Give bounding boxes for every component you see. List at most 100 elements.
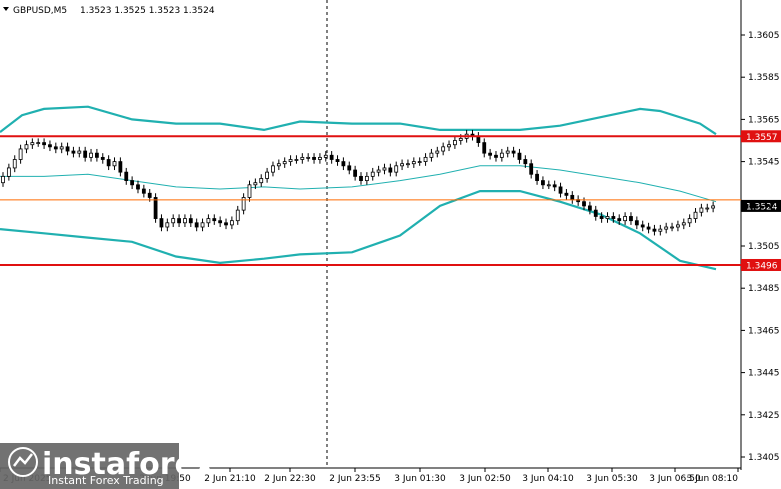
candle-body <box>18 148 23 160</box>
candle-body <box>188 218 193 224</box>
candle-body <box>124 171 129 181</box>
candle-body <box>224 222 228 226</box>
candle-body <box>658 228 663 232</box>
candle-body <box>329 154 334 160</box>
candle-body <box>48 144 52 148</box>
candle-body <box>153 197 158 219</box>
y-tick-label: 1.3545 <box>748 158 780 168</box>
candle-body <box>582 201 586 207</box>
candle-body <box>59 146 64 150</box>
level-label: 1.3557 <box>746 133 778 143</box>
candle-body <box>359 175 363 181</box>
candle-body <box>12 159 17 169</box>
candle-body <box>53 146 58 150</box>
candle-body <box>89 152 93 158</box>
candle-body <box>388 167 393 173</box>
candle-body <box>194 222 199 228</box>
y-tick-label: 1.3525 <box>748 200 780 210</box>
candle-body <box>83 150 88 158</box>
candle-body <box>171 218 176 224</box>
chart-canvas[interactable]: 1.35571.34961.3524 1.36051.35851.35651.3… <box>0 0 781 489</box>
candle-body <box>306 156 311 159</box>
candle-body <box>640 224 645 228</box>
candle-body <box>276 163 281 167</box>
candle-body <box>423 156 428 163</box>
candle-body <box>112 161 117 167</box>
candle-body <box>394 165 399 173</box>
y-tick-label: 1.3585 <box>748 73 780 83</box>
candle-body <box>241 197 246 211</box>
candle-body <box>458 137 463 141</box>
y-tick-label: 1.3505 <box>748 242 780 252</box>
x-tick-label: 2 Jun 23:55 <box>329 474 380 484</box>
candle-body <box>453 140 457 146</box>
candle-body <box>165 222 170 228</box>
price-axis: 1.3605 1.3585 1.3565 1.3545 1.3525 1.3505 1.34… <box>741 31 780 463</box>
x-tick-label: 3 Jun 01:30 <box>394 474 446 484</box>
candle-body <box>494 154 498 158</box>
candle-body <box>206 218 211 224</box>
candle-body <box>664 226 669 230</box>
candle-body <box>300 156 305 160</box>
candle-body <box>130 180 135 186</box>
candle-body <box>318 156 322 160</box>
candle-body <box>364 175 369 181</box>
candle-body <box>24 144 29 150</box>
candle-body <box>347 165 352 171</box>
symbol-label: GBPUSD,M5 <box>13 6 67 16</box>
candle-body <box>235 209 240 222</box>
candle-body <box>523 159 528 165</box>
candle-body <box>77 150 82 154</box>
chart-header: GBPUSD,M5 1.3523 1.3525 1.3523 1.3524 <box>3 6 215 16</box>
candle-body <box>335 159 340 163</box>
candle-body <box>30 142 35 146</box>
plot-area <box>0 0 740 470</box>
candle-body <box>159 218 164 228</box>
candle-body <box>587 205 592 211</box>
candle-body <box>212 218 217 222</box>
candle-body <box>118 161 123 173</box>
candle-body <box>529 163 534 175</box>
candle-body <box>646 226 651 230</box>
candle-body <box>71 150 76 154</box>
candle-body <box>505 150 510 154</box>
candle-body <box>611 216 616 219</box>
candle-body <box>265 171 269 179</box>
candle-body <box>535 173 539 181</box>
candle-body <box>382 167 387 171</box>
candle-body <box>488 152 493 156</box>
candle-body <box>341 161 346 167</box>
candle-body <box>65 146 70 152</box>
price-chart[interactable]: 1.3557 1.3496 1.3524 1.3605 1.3585 1.3565 1.3… <box>0 0 781 489</box>
y-tick-label: 1.3565 <box>748 115 780 125</box>
candle-body <box>552 184 557 188</box>
x-tick-label: 2 Jun 22:30 <box>264 474 316 484</box>
candle-body <box>95 152 99 158</box>
x-tick-label: 3 Jun 04:10 <box>522 474 574 484</box>
candle-body <box>271 165 275 173</box>
candle-body <box>429 152 434 158</box>
candle-body <box>541 180 545 186</box>
candle-body <box>253 182 258 186</box>
candle-body <box>599 216 604 219</box>
candle-body <box>623 216 627 222</box>
candle-body <box>564 192 569 196</box>
candle-body <box>570 194 575 200</box>
candle-body <box>687 218 692 224</box>
x-tick-label: 3 Jun 05:30 <box>586 474 638 484</box>
candle-body <box>711 205 716 209</box>
candle-body <box>676 224 680 228</box>
candle-body <box>376 169 381 173</box>
y-tick-label: 1.3405 <box>748 453 780 463</box>
candle-body <box>605 216 610 219</box>
candle-body <box>435 150 440 154</box>
candle-body <box>482 142 487 154</box>
candle-body <box>629 216 633 222</box>
y-tick-label: 1.3485 <box>748 284 780 294</box>
candle-body <box>259 178 264 184</box>
candle-body <box>400 163 404 167</box>
candle-body <box>229 220 234 226</box>
candle-body <box>353 169 358 177</box>
y-tick-label: 1.3465 <box>748 326 780 336</box>
candle-body <box>370 171 375 177</box>
